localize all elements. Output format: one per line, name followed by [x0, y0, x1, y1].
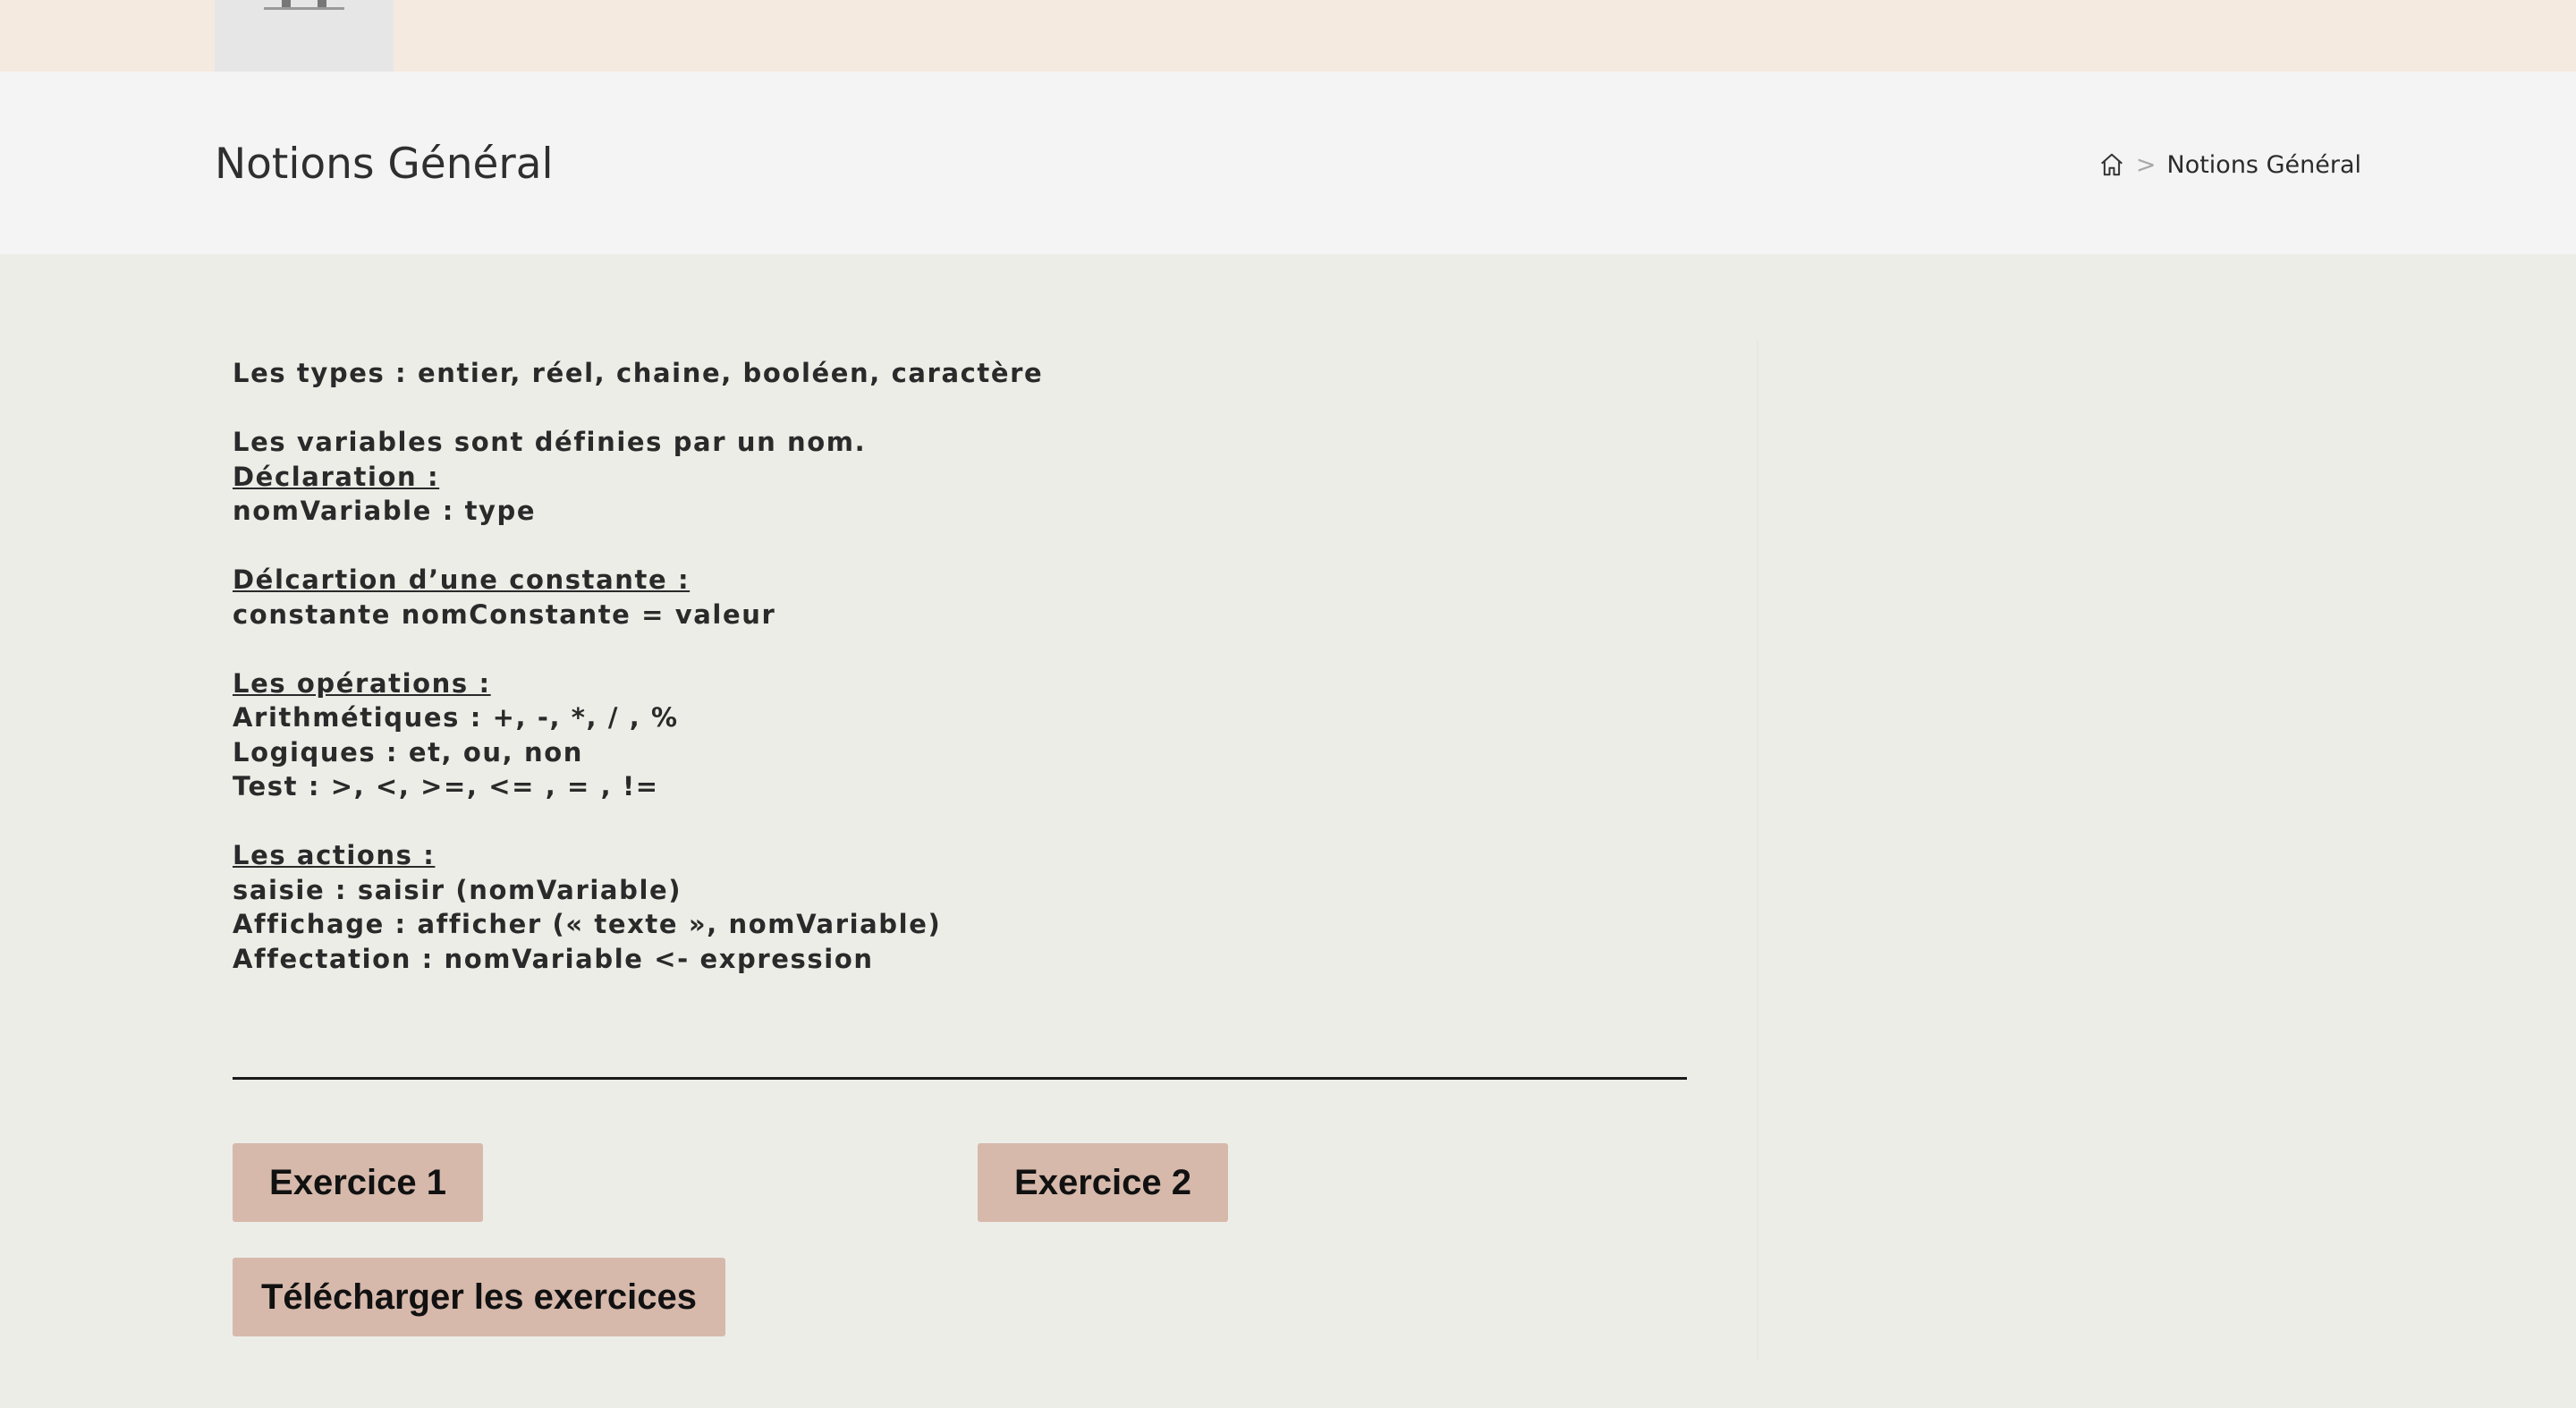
operation-logic: Logiques : et, ou, non: [233, 736, 583, 768]
types-line: Les types : entier, réel, chaine, boolée…: [233, 358, 1044, 388]
breadcrumb-current: Notions Général: [2166, 150, 2362, 179]
action-input: saisie : saisir (nomVariable): [233, 874, 682, 905]
operation-test: Test : >, <, >=, <= , = , !=: [233, 771, 659, 802]
constant-syntax: constante nomConstante = valeur: [233, 598, 776, 630]
constant-heading: Délcartion d’une constante :: [233, 564, 691, 595]
page-title: Notions Général: [215, 140, 554, 189]
operation-arithmetic: Arithmétiques : +, -, *, / , %: [233, 702, 679, 733]
declaration-heading: Déclaration :: [233, 461, 440, 492]
declaration-syntax: nomVariable : type: [233, 496, 537, 526]
exercise-2-button[interactable]: Exercice 2: [978, 1143, 1228, 1222]
operations-heading: Les opérations :: [233, 667, 491, 699]
download-exercises-button[interactable]: Télécharger les exercices: [233, 1258, 725, 1336]
top-bar: [0, 0, 2576, 72]
sidebar-divider: [1757, 340, 1758, 1360]
breadcrumb: > Notions Général: [2098, 145, 2361, 184]
exercise-1-button[interactable]: Exercice 1: [233, 1143, 483, 1222]
breadcrumb-separator: >: [2135, 150, 2157, 179]
action-output: Affichage : afficher (« texte », nomVari…: [233, 909, 942, 939]
variables-intro: Les variables sont définies par un nom.: [233, 427, 867, 457]
horizontal-divider: [233, 1077, 1687, 1080]
action-assign: Affectation : nomVariable <- expression: [233, 943, 874, 974]
main-content: Les types : entier, réel, chaine, boolée…: [233, 356, 1753, 976]
site-logo[interactable]: [215, 0, 394, 72]
home-icon[interactable]: [2098, 151, 2125, 178]
actions-heading: Les actions :: [233, 840, 436, 870]
logo-image: [264, 0, 344, 10]
